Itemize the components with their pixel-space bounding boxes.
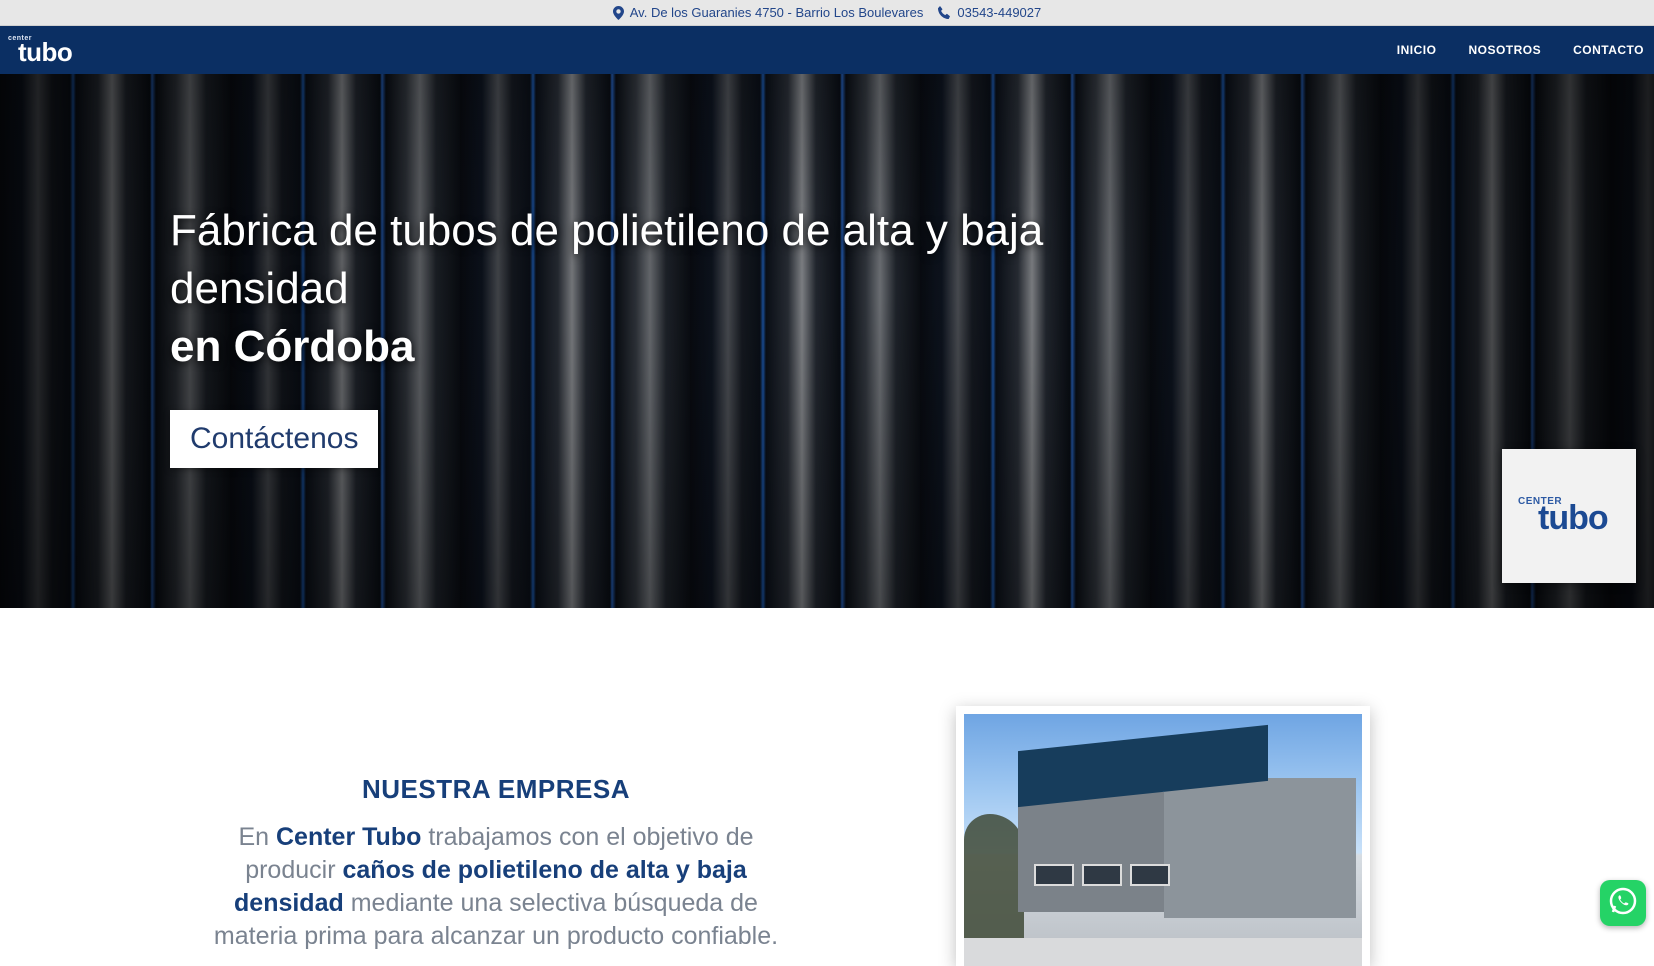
photo-window: [1130, 864, 1170, 886]
about-section: NUESTRA EMPRESA En Center Tubo trabajamo…: [0, 608, 1654, 966]
top-info-bar: Av. De los Guaranies 4750 - Barrio Los B…: [0, 0, 1654, 26]
phone-item[interactable]: 03543-449027: [937, 5, 1041, 20]
photo-window: [1034, 864, 1074, 886]
site-logo[interactable]: center tubo: [8, 30, 98, 70]
building-photo: [964, 714, 1362, 966]
main-navbar: center tubo INICIO NOSOTROS CONTACTO: [0, 26, 1654, 74]
photo-window: [1082, 864, 1122, 886]
location-pin-icon: [612, 5, 624, 20]
phone-icon: [937, 5, 951, 20]
hero-logo-badge: CENTER tubo: [1502, 449, 1636, 583]
whatsapp-icon: [1607, 885, 1639, 922]
hero-content: Fábrica de tubos de polietileno de alta …: [170, 202, 1210, 468]
hero-title-line2: en Córdoba: [170, 322, 415, 371]
nav-item-inicio[interactable]: INICIO: [1397, 43, 1437, 57]
hero-title-line1: Fábrica de tubos de polietileno de alta …: [170, 206, 1044, 313]
about-text-1: En: [238, 823, 270, 851]
address-item[interactable]: Av. De los Guaranies 4750 - Barrio Los B…: [612, 5, 924, 20]
main-menu: INICIO NOSOTROS CONTACTO: [1397, 43, 1644, 57]
phone-text: 03543-449027: [957, 5, 1042, 20]
about-brand: Center Tubo: [276, 823, 422, 851]
contact-button[interactable]: Contáctenos: [170, 410, 379, 468]
nav-item-contacto[interactable]: CONTACTO: [1573, 43, 1644, 57]
whatsapp-button[interactable]: [1600, 880, 1646, 926]
about-text-block: NUESTRA EMPRESA En Center Tubo trabajamo…: [196, 774, 796, 953]
photo-fence: [964, 938, 1362, 966]
about-heading: NUESTRA EMPRESA: [361, 774, 630, 804]
company-photo-frame: [956, 706, 1370, 966]
logo-big-text: tubo: [18, 37, 73, 67]
address-text: Av. De los Guaranies 4750 - Barrio Los B…: [629, 5, 924, 20]
hero-title: Fábrica de tubos de polietileno de alta …: [170, 202, 1210, 376]
photo-building-side: [1164, 778, 1356, 918]
photo-tree: [964, 814, 1024, 954]
nav-item-nosotros[interactable]: NOSOTROS: [1468, 43, 1541, 57]
badge-big-text: tubo: [1538, 499, 1609, 537]
about-paragraph: En Center Tubo trabajamos con el objetiv…: [196, 821, 796, 953]
hero-section: Fábrica de tubos de polietileno de alta …: [0, 74, 1654, 608]
